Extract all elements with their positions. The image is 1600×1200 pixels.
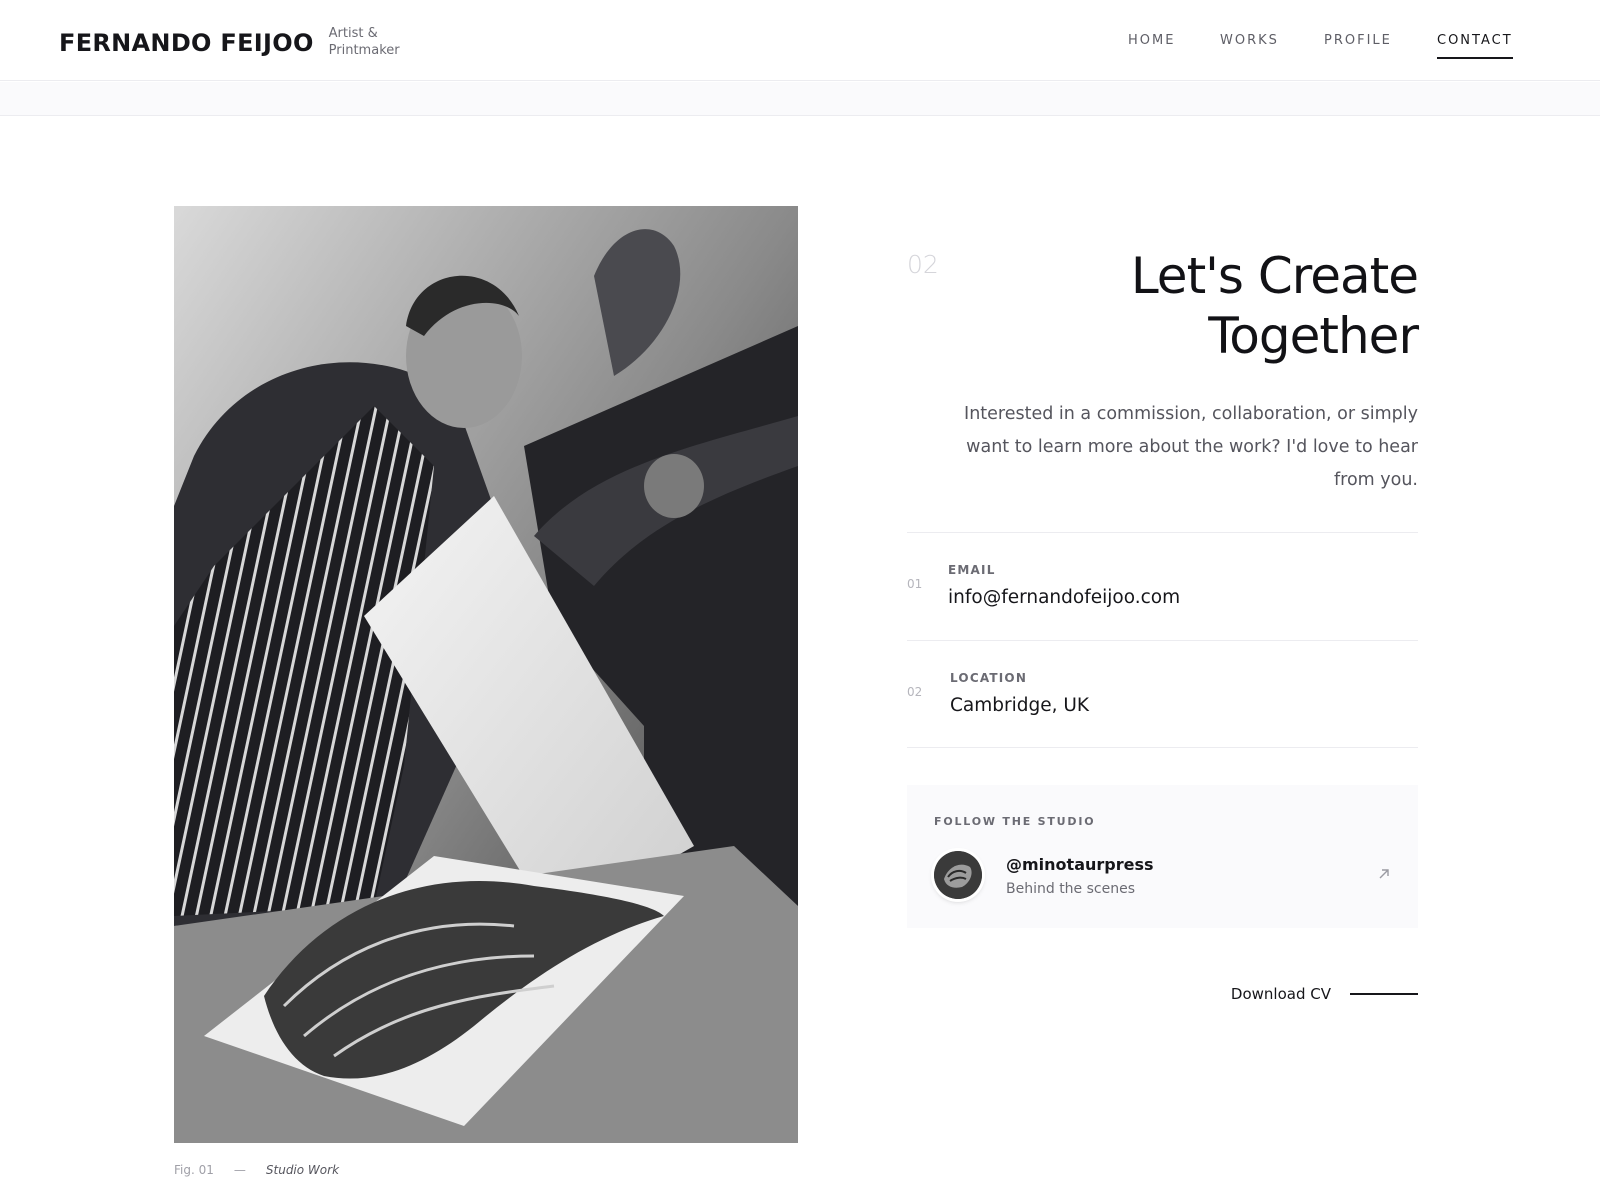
site-header: FERNANDO FEIJOO Artist & Printmaker HOME… [0, 0, 1600, 81]
header-sub-band [0, 82, 1600, 116]
location-label: LOCATION [950, 671, 1028, 685]
nav-contact[interactable]: CONTACT [1437, 31, 1513, 59]
nav-works[interactable]: WORKS [1220, 31, 1279, 51]
studio-photo [174, 206, 798, 1143]
caption-title: Studio Work [265, 1163, 340, 1177]
location-number: 02 [907, 685, 923, 699]
download-line [1350, 993, 1418, 995]
brand-name: FERNANDO FEIJOO [59, 29, 314, 57]
brand-logo[interactable]: FERNANDO FEIJOO Artist & Printmaker [59, 26, 409, 60]
caption-separator: — [233, 1163, 246, 1177]
email-link[interactable]: info@fernandofeijoo.com [948, 587, 1180, 608]
email-label: EMAIL [948, 563, 996, 577]
instagram-handle: @minotaurpress [1006, 855, 1154, 874]
email-number: 01 [907, 577, 923, 591]
avatar-artwork-icon [934, 851, 982, 899]
follow-title: FOLLOW THE STUDIO [934, 815, 1096, 828]
location-row: 02 LOCATION Cambridge, UK [907, 640, 1418, 746]
nav-home[interactable]: HOME [1128, 31, 1175, 51]
instagram-subtitle: Behind the scenes [1006, 881, 1136, 897]
download-cv-label: Download CV [1230, 985, 1331, 1003]
nav-profile[interactable]: PROFILE [1324, 31, 1392, 51]
divider [907, 747, 1418, 748]
photo-caption: Fig. 01 — Studio Work [174, 1163, 339, 1177]
instagram-card[interactable]: FOLLOW THE STUDIO @minotaurpress Behind … [907, 785, 1418, 928]
studio-photo-illustration [174, 206, 798, 1143]
headline-line-2: Together [1208, 307, 1419, 365]
caption-number: Fig. 01 [174, 1163, 214, 1177]
email-row: 01 EMAIL info@fernandofeijoo.com [907, 532, 1418, 638]
intro-text: Interested in a commission, collaboratio… [964, 404, 1418, 490]
section-number: 02 [907, 250, 939, 279]
avatar [934, 851, 982, 899]
location-value: Cambridge, UK [950, 695, 1090, 716]
headline-line-1: Let's Create [1130, 247, 1419, 305]
download-cv-link[interactable]: Download CV [1176, 980, 1418, 1008]
arrow-up-right-icon [1379, 869, 1389, 879]
page-title: Let's Create Together [1040, 246, 1419, 366]
brand-tagline: Artist & Printmaker [328, 26, 400, 58]
